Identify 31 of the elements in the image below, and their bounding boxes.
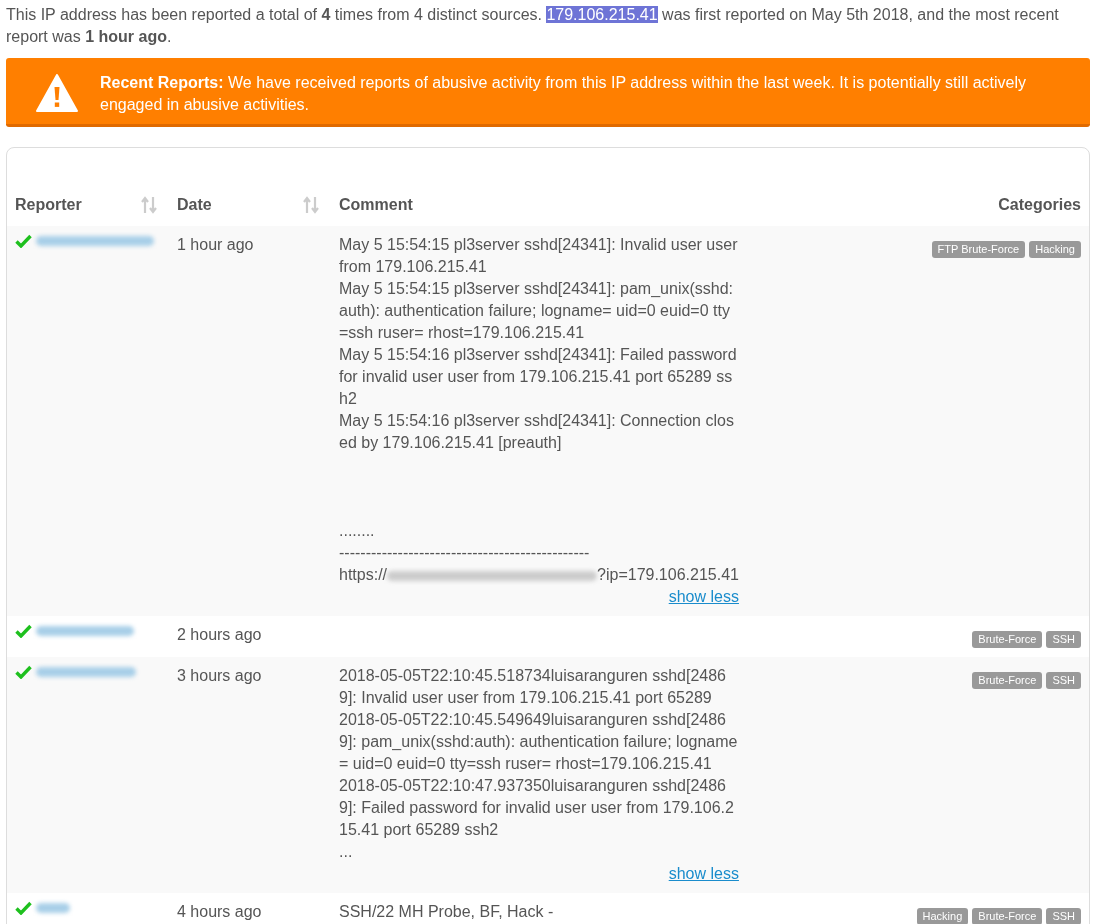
report-comment: SSH/22 MH Probe, BF, Hack -: [339, 902, 555, 922]
show-less-link[interactable]: show less: [668, 588, 739, 605]
report-date: 4 hours ago: [177, 903, 262, 920]
category-tag: SSH: [1046, 631, 1081, 648]
redacted-link[interactable]: [36, 667, 136, 677]
warning-icon: [36, 74, 78, 112]
report-date: 1 hour ago: [177, 236, 254, 253]
alert-text: Recent Reports: We have received reports of abusive activity from this IP address within the last week. It is potentially still actively engaged in abusive activities.: [100, 73, 1027, 115]
show-less-link[interactable]: show less: [668, 865, 739, 882]
column-header: Comment: [339, 195, 413, 215]
sort-icon[interactable]: [303, 196, 319, 214]
category-tag: Brute-Force: [972, 672, 1043, 689]
column-header: Categories: [998, 195, 1081, 215]
report-date: 3 hours ago: [177, 667, 262, 684]
redacted-link[interactable]: [36, 903, 70, 913]
sort-icon[interactable]: [141, 196, 157, 214]
category-tag: Hacking: [1029, 241, 1081, 258]
report-comment: May 5 15:54:15 pl3server sshd[24341]: Invalid user user from 179.106.215.41 May 5 15:54:15 pl3server sshd[24341]: pam_unix(sshd: auth): authentication failure; logname= uid=0 euid=0 tty =ssh ruser= rhost=179.106.215.41 May 5 15:54:16 pl3server sshd[24341]: Failed password for invalid user user from 179.106.215.41 port 65289 ss h2 May 5 15:54:16 pl3server sshd[24341]: Connection clos ed by 179.106.215.41 [preauth] ........ ----------------------------------------------- https:// ?ip=179.106.215.41: [339, 235, 739, 585]
redacted-link[interactable]: [36, 626, 134, 636]
category-tag: FTP Brute-Force: [931, 241, 1026, 258]
column-header[interactable]: Date: [177, 194, 212, 216]
report-date: 2 hours ago: [177, 626, 262, 643]
category-tag: Brute-Force: [972, 631, 1043, 648]
summary-text: This IP address has been reported a total of 4 times from 4 distinct sources. 179.106.215.41 was first reported on May 5th 2018, and the most recent report was 1 hour ago.: [6, 5, 1060, 47]
category-tag: SSH: [1046, 908, 1081, 924]
category-tag: SSH: [1046, 672, 1081, 689]
category-tag: Hacking: [916, 908, 969, 924]
category-tag: Brute-Force: [972, 908, 1043, 924]
column-header[interactable]: Reporter: [15, 194, 82, 216]
redacted-link[interactable]: [36, 236, 154, 246]
report-comment: 2018-05-05T22:10:45.518734luisaranguren sshd[2486 9]: Invalid user user from 179.106.215.41 port 65289 2018-05-05T22:10:45.549649luisaranguren sshd[2486 9]: pam_unix(sshd:auth): authentication failure; logname = uid=0 euid=0 tty=ssh ruser= rhost=179.106.215.41 2018-05-05T22:10:47.937350luisaranguren sshd[2486 9]: Failed password for invalid user user from 179.106.2 15.41 port 65289 ssh2 ...: [339, 666, 739, 862]
